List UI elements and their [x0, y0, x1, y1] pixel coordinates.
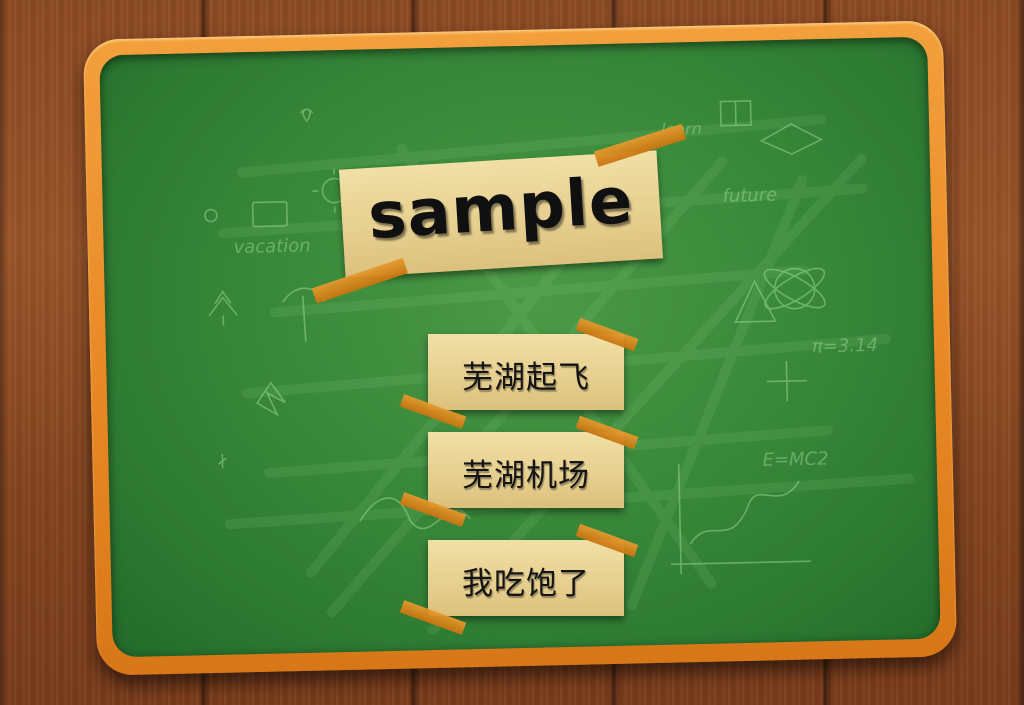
chalk-word-vacation: vacation [233, 235, 310, 258]
chalk-word-future: future [722, 185, 777, 207]
chalk-formula-pi: π=3.14 [812, 335, 878, 358]
menu-item-label: 我吃饱了 [462, 566, 590, 602]
title-paper-card: sample [311, 123, 687, 304]
menu-item-label: 芜湖机场 [462, 458, 590, 494]
slide-canvas: { "title": "sample", "menu": { "items": … [0, 0, 1024, 705]
menu-item-im-full[interactable]: 我吃饱了 [399, 523, 639, 635]
menu-item-label: 芜湖起飞 [462, 360, 590, 396]
page-title: sample [366, 163, 636, 255]
chalk-formula-emc: E=MC2 [762, 448, 828, 471]
menu-item-wuhu-airport[interactable]: 芜湖机场 [399, 415, 639, 527]
menu-item-wuhu-takeoff[interactable]: 芜湖起飞 [399, 317, 639, 429]
